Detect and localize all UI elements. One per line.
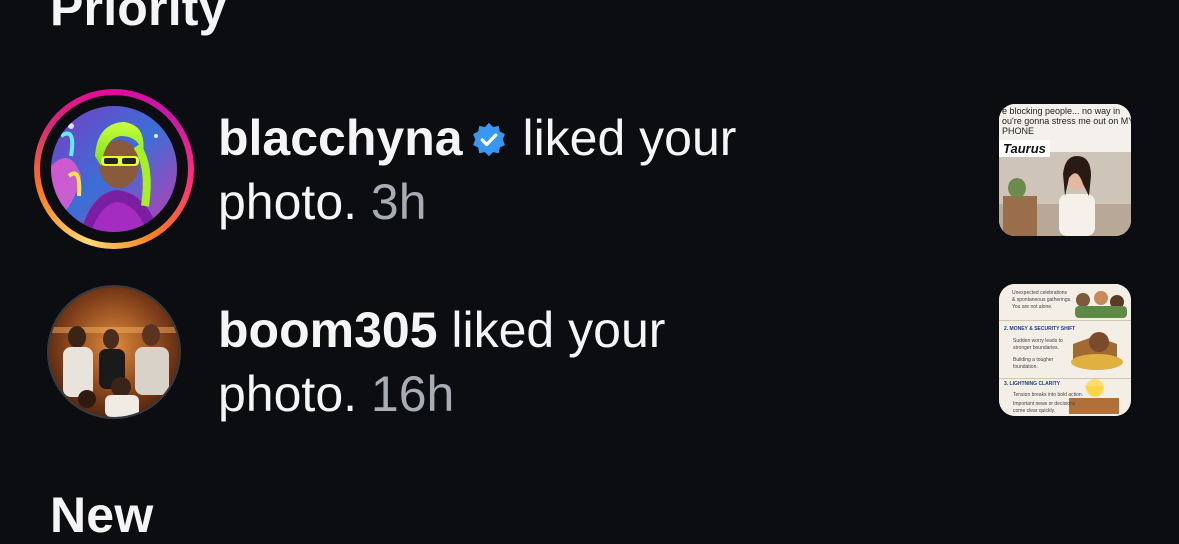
notification-row-blacchyna[interactable]: blacchyna liked your photo. 3h e blockin… [0, 84, 1179, 254]
thumbnail-text: You are not alone. [1012, 304, 1053, 310]
avatar [49, 287, 179, 417]
thumbnail-text: Important news or decisions [1013, 401, 1076, 407]
thumbnail-text: & spontaneous gatherings. [1012, 297, 1072, 303]
notification-row-boom305[interactable]: boom305 liked your photo. 16h Unexpected… [0, 276, 1179, 446]
thumbnail-caption: ou're gonna stress me out on MY [1002, 116, 1131, 126]
thumbnail-tag: Taurus [999, 140, 1050, 157]
thumbnail-caption: e blocking people... no way in [1002, 106, 1121, 116]
username[interactable]: boom305 [218, 302, 438, 358]
section-heading-new: New [50, 487, 154, 543]
thumbnail-text: come clear quickly. [1013, 408, 1056, 414]
post-thumbnail[interactable]: e blocking people... no way in ou're gon… [999, 104, 1131, 236]
timestamp: 3h [370, 174, 427, 230]
avatar-with-story-ring[interactable] [34, 89, 194, 249]
avatar-image [49, 287, 179, 417]
post-thumbnail[interactable]: Unexpected celebrations & spontaneous ga… [999, 284, 1131, 416]
avatar [51, 106, 177, 232]
thumbnail-text: Unexpected celebrations [1012, 290, 1068, 296]
thumbnail-text: Building a tougher [1013, 357, 1054, 363]
section-heading-priority: Priority [50, 0, 227, 36]
verified-badge-icon [472, 122, 505, 157]
avatar-image [51, 106, 177, 232]
notification-text: blacchyna liked your photo. 3h [218, 106, 818, 234]
username[interactable]: blacchyna [218, 110, 463, 166]
thumbnail-caption: PHONE [1002, 126, 1035, 136]
thumbnail-text: Sudden worry leads to [1013, 338, 1063, 344]
timestamp: 16h [370, 366, 455, 422]
notification-text: boom305 liked your photo. 16h [218, 298, 818, 426]
avatar-wrapper[interactable] [34, 281, 194, 441]
thumbnail-text: stronger boundaries. [1013, 345, 1059, 351]
thumbnail-heading: 2. MONEY & SECURITY SHIFT [1004, 326, 1076, 332]
thumbnail-heading: 3. LIGHTNING CLARITY [1004, 381, 1061, 387]
thumbnail-text: foundation. [1013, 364, 1038, 370]
thumbnail-text: Tension breaks into bold action. [1013, 392, 1084, 398]
